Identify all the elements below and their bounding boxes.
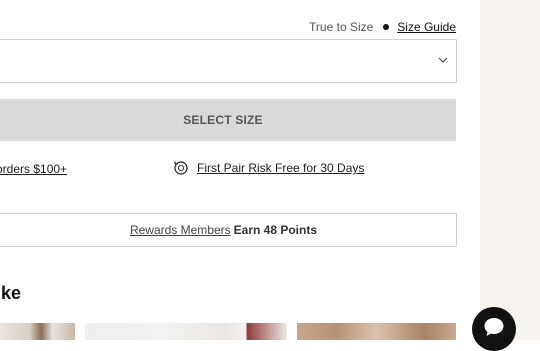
size-select[interactable] — [0, 39, 457, 83]
shipping-promo-link[interactable]: orders $100+ — [0, 162, 67, 176]
chevron-down-icon — [438, 57, 448, 63]
select-size-label: SELECT SIZE — [183, 113, 263, 127]
return-arrow-icon — [173, 160, 189, 176]
risk-free-link[interactable]: First Pair Risk Free for 30 Days — [197, 161, 364, 175]
separator-dot-icon — [383, 24, 390, 30]
rewards-members-link[interactable]: Rewards Members — [130, 223, 231, 237]
select-size-button[interactable]: SELECT SIZE — [0, 99, 456, 141]
risk-free-promo[interactable]: First Pair Risk Free for 30 Days — [173, 160, 364, 176]
size-guide-link[interactable]: Size Guide — [397, 20, 456, 34]
rewards-points-text: Earn 48 Points — [233, 223, 318, 237]
side-panel — [480, 0, 540, 340]
chat-button[interactable] — [472, 307, 516, 351]
fit-label: True to Size — [309, 20, 374, 34]
chat-bubble-icon — [484, 318, 504, 336]
product-thumbnail[interactable] — [297, 323, 456, 340]
product-thumbnail[interactable] — [0, 323, 75, 340]
product-thumbnail[interactable] — [85, 323, 287, 340]
recommendations-title: ike — [0, 283, 22, 303]
rewards-banner: Rewards Members Earn 48 Points — [0, 213, 457, 247]
fit-info: True to Size Size Guide — [309, 18, 456, 36]
